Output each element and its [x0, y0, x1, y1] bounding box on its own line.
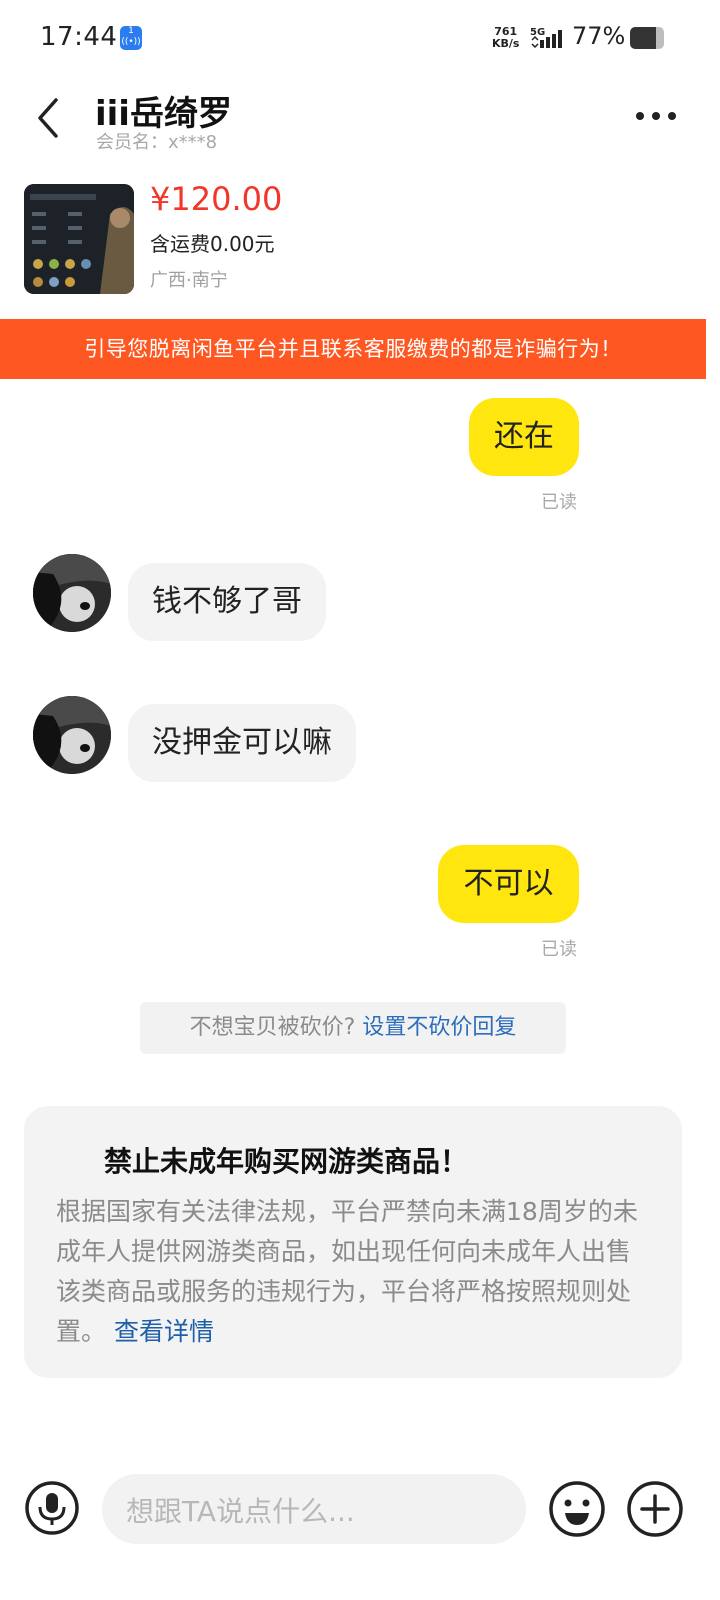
avatar[interactable]	[33, 554, 111, 632]
message-bubble-received[interactable]: 钱不够了哥	[128, 563, 326, 641]
message-bubble-received[interactable]: 没押金可以嘛	[128, 704, 356, 782]
no-bargain-reply-link[interactable]: 设置不砍价回复	[362, 1015, 516, 1040]
more-icon	[636, 112, 676, 120]
view-details-link[interactable]: 查看详情	[114, 1317, 214, 1346]
product-shipping: 含运费0.00元	[150, 232, 275, 256]
battery-icon	[630, 27, 664, 49]
more-button[interactable]	[634, 108, 678, 124]
message-bubble-sent[interactable]: 还在	[469, 398, 579, 476]
fraud-warning-banner: 引导您脱离闲鱼平台并且联系客服缴费的都是诈骗行为！	[0, 319, 706, 379]
notice-body: 根据国家有关法律法规，平台严禁向未满18周岁的未成年人提供网游类商品，如出现任何…	[56, 1192, 646, 1352]
back-icon	[38, 98, 58, 138]
net-speed: 761 KB/s	[492, 26, 519, 50]
product-price: ¥120.00	[150, 180, 283, 218]
message-input-placeholder: 想跟TA说点什么...	[126, 1495, 355, 1528]
plus-icon	[627, 1481, 683, 1537]
badge-count: 1	[128, 26, 134, 36]
tip-text: 不想宝贝被砍价?	[189, 1015, 356, 1040]
more-actions-button[interactable]	[626, 1480, 684, 1538]
signal-icon: 5G	[530, 26, 566, 50]
notification-badge-icon: 1 ((•))	[120, 26, 142, 50]
mic-icon	[25, 1481, 79, 1535]
read-status: 已读	[541, 939, 577, 960]
product-thumbnail[interactable]	[24, 184, 134, 294]
voice-button[interactable]	[24, 1480, 80, 1536]
emoji-button[interactable]	[548, 1480, 606, 1538]
battery-percent: 77%	[572, 22, 626, 50]
back-button[interactable]	[32, 96, 66, 140]
emoji-icon	[549, 1481, 605, 1537]
net-speed-unit: KB/s	[492, 37, 520, 50]
battery-fill	[630, 27, 657, 49]
read-status: 已读	[541, 492, 577, 513]
network-type: 5G	[530, 27, 545, 38]
status-time: 17:44	[40, 22, 118, 52]
bargain-tip: 不想宝贝被砍价? 设置不砍价回复	[140, 1002, 566, 1054]
notice-title: 禁止未成年购买网游类商品！	[104, 1145, 469, 1178]
member-id: 会员名：x***8	[96, 132, 218, 153]
avatar[interactable]	[33, 696, 111, 774]
message-bubble-sent[interactable]: 不可以	[438, 845, 579, 923]
product-location: 广西·南宁	[150, 270, 228, 291]
